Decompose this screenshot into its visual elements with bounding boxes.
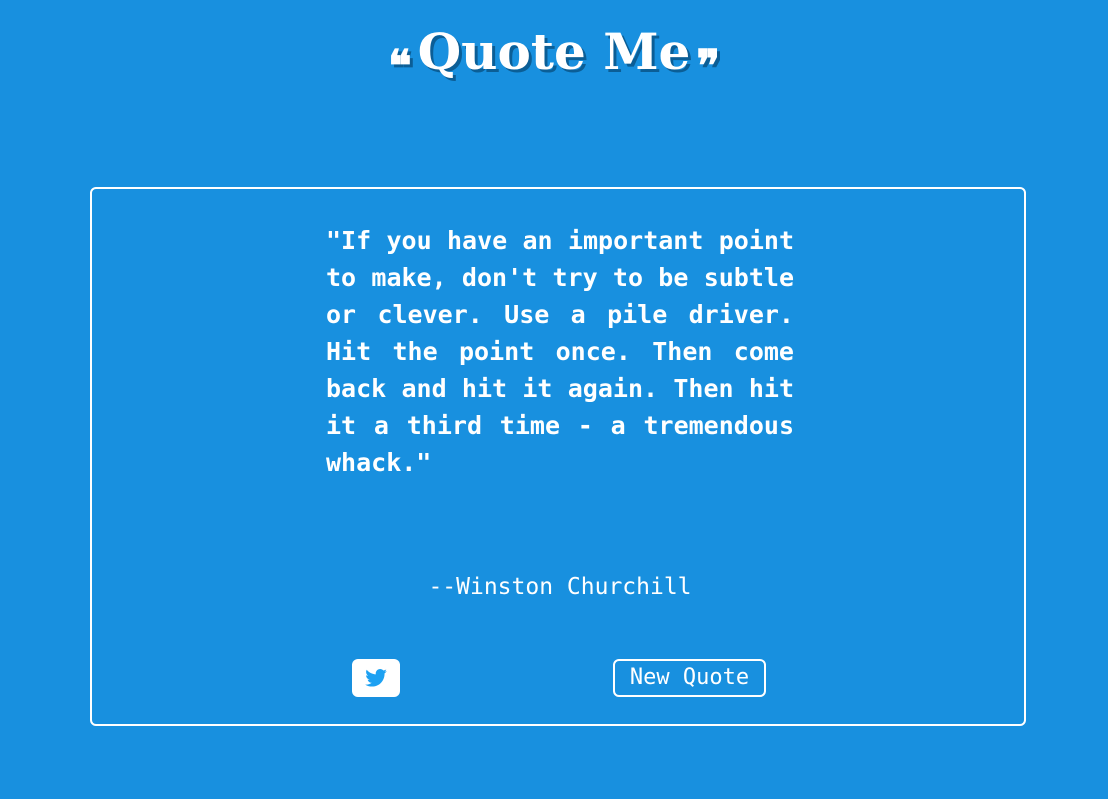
tweet-button[interactable] <box>352 659 400 697</box>
new-quote-button[interactable]: New Quote <box>613 659 766 697</box>
open-quote-icon: ❝ <box>387 41 412 92</box>
app-title: Quote Me <box>417 22 691 81</box>
quote-text: "If you have an important point to make,… <box>326 226 794 477</box>
close-quote-icon: ❞ <box>696 41 721 92</box>
quote-box: "If you have an important point to make,… <box>90 187 1026 726</box>
quote-author: --Winston Churchill <box>428 574 692 600</box>
twitter-icon <box>365 669 387 687</box>
page-title: ❝ Quote Me ❞ <box>0 22 1108 92</box>
